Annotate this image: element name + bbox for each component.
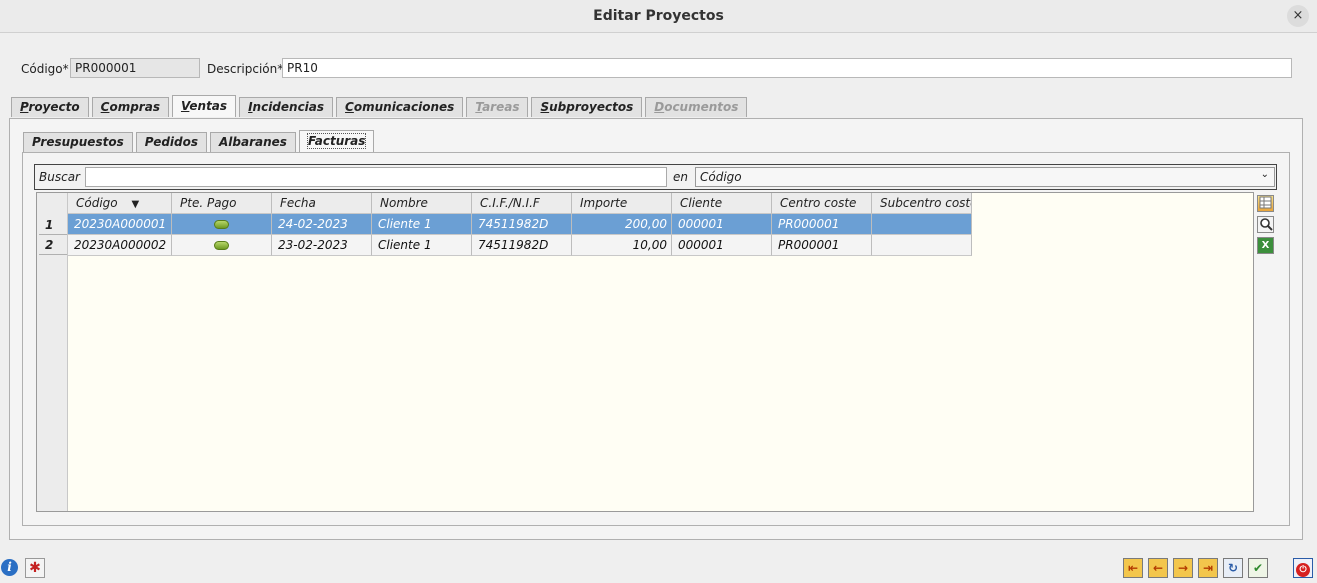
cell-codigo[interactable]: 20230A000002 xyxy=(68,235,172,256)
cell-cliente[interactable]: 000001 xyxy=(672,235,772,256)
cell-centro-coste[interactable]: PR000001 xyxy=(772,214,872,235)
facturas-table[interactable]: Código ▼ Pte. Pago Fecha Nombre C.I.F./N… xyxy=(36,192,1254,512)
status-pill-icon xyxy=(214,241,229,250)
search-en-label: en xyxy=(673,170,688,184)
info-icon[interactable]: i xyxy=(1,559,18,576)
cell-cif[interactable]: 74511982D xyxy=(472,214,572,235)
sort-desc-icon: ▼ xyxy=(131,199,140,210)
table-settings-icon[interactable] xyxy=(1257,195,1274,212)
cell-codigo[interactable]: 20230A000001 xyxy=(68,214,172,235)
col-header-cif[interactable]: C.I.F./N.I.F xyxy=(472,193,572,214)
descripcion-field[interactable]: PR10 xyxy=(282,58,1292,78)
search-bar: Buscar en Código ⌄ xyxy=(34,164,1277,190)
cell-centro-coste[interactable]: PR000001 xyxy=(772,235,872,256)
tab-comunicaciones[interactable]: Comunicaciones xyxy=(336,97,464,117)
cell-cif[interactable]: 74511982D xyxy=(472,235,572,256)
first-icon[interactable]: ⇤ xyxy=(1123,558,1143,578)
bug-icon[interactable]: ✱ xyxy=(25,558,45,578)
subtab-presupuestos[interactable]: Presupuestos xyxy=(23,132,133,152)
chevron-down-icon: ⌄ xyxy=(1260,169,1269,180)
col-header-nombre[interactable]: Nombre xyxy=(372,193,472,214)
window-titlebar: Editar Proyectos × xyxy=(0,0,1317,33)
status-pill-icon xyxy=(214,220,229,229)
cell-pte-pago[interactable] xyxy=(172,214,272,235)
codigo-field[interactable]: PR000001 xyxy=(70,58,200,78)
descripcion-label: Descripción* xyxy=(207,62,284,76)
codigo-label: Código* xyxy=(21,62,69,76)
power-icon[interactable]: ⏻ xyxy=(1293,558,1313,578)
cell-fecha[interactable]: 23-02-2023 xyxy=(272,235,372,256)
row-number[interactable]: 2 xyxy=(39,235,67,255)
row-number[interactable]: 1 xyxy=(39,215,67,235)
search-input[interactable] xyxy=(85,167,667,187)
tab-ventas[interactable]: Ventas xyxy=(171,95,237,117)
subtab-albaranes[interactable]: Albaranes xyxy=(210,132,296,152)
prev-icon[interactable]: ← xyxy=(1148,558,1168,578)
search-field-value: Código xyxy=(700,170,742,184)
col-header-fecha[interactable]: Fecha xyxy=(272,193,372,214)
cell-subcentro-coste[interactable] xyxy=(872,235,972,256)
search-field-select[interactable]: Código ⌄ xyxy=(695,167,1275,187)
last-icon[interactable]: ⇥ xyxy=(1198,558,1218,578)
cell-subcentro-coste[interactable] xyxy=(872,214,972,235)
subtab-pedidos[interactable]: Pedidos xyxy=(135,132,208,152)
sub-tabs: Presupuestos Pedidos Albaranes Facturas xyxy=(23,130,377,152)
cell-importe[interactable]: 10,00 xyxy=(572,235,672,256)
main-tabs: Proyecto Compras Ventas Incidencias Comu… xyxy=(11,95,750,117)
tab-incidencias[interactable]: Incidencias xyxy=(239,97,334,117)
cell-importe[interactable]: 200,00 xyxy=(572,214,672,235)
col-header-pte-pago[interactable]: Pte. Pago xyxy=(172,193,272,214)
tab-tareas: Tareas xyxy=(466,97,529,117)
refresh-icon[interactable]: ↻ xyxy=(1223,558,1243,578)
close-icon[interactable]: × xyxy=(1287,5,1309,27)
subtab-facturas[interactable]: Facturas xyxy=(298,130,375,152)
cell-pte-pago[interactable] xyxy=(172,235,272,256)
tab-compras[interactable]: Compras xyxy=(91,97,169,117)
excel-icon[interactable]: X xyxy=(1257,237,1274,254)
col-header-cliente[interactable]: Cliente xyxy=(672,193,772,214)
accept-icon[interactable]: ✔ xyxy=(1248,558,1268,578)
tab-subproyectos[interactable]: Subproyectos xyxy=(531,97,643,117)
magnifier-icon[interactable] xyxy=(1257,216,1274,233)
cell-fecha[interactable]: 24-02-2023 xyxy=(272,214,372,235)
col-header-codigo[interactable]: Código ▼ xyxy=(68,193,172,214)
tab-proyecto[interactable]: Proyecto xyxy=(11,97,89,117)
window-title: Editar Proyectos xyxy=(593,8,724,24)
cell-cliente[interactable]: 000001 xyxy=(672,214,772,235)
next-icon[interactable]: → xyxy=(1173,558,1193,578)
cell-nombre[interactable]: Cliente 1 xyxy=(372,214,472,235)
cell-nombre[interactable]: Cliente 1 xyxy=(372,235,472,256)
col-header-importe[interactable]: Importe xyxy=(572,193,672,214)
search-label: Buscar xyxy=(39,170,80,184)
col-header-centro-coste[interactable]: Centro coste xyxy=(772,193,872,214)
col-header-subcentro-coste[interactable]: Subcentro coste xyxy=(872,193,972,214)
tab-documentos: Documentos xyxy=(645,97,748,117)
